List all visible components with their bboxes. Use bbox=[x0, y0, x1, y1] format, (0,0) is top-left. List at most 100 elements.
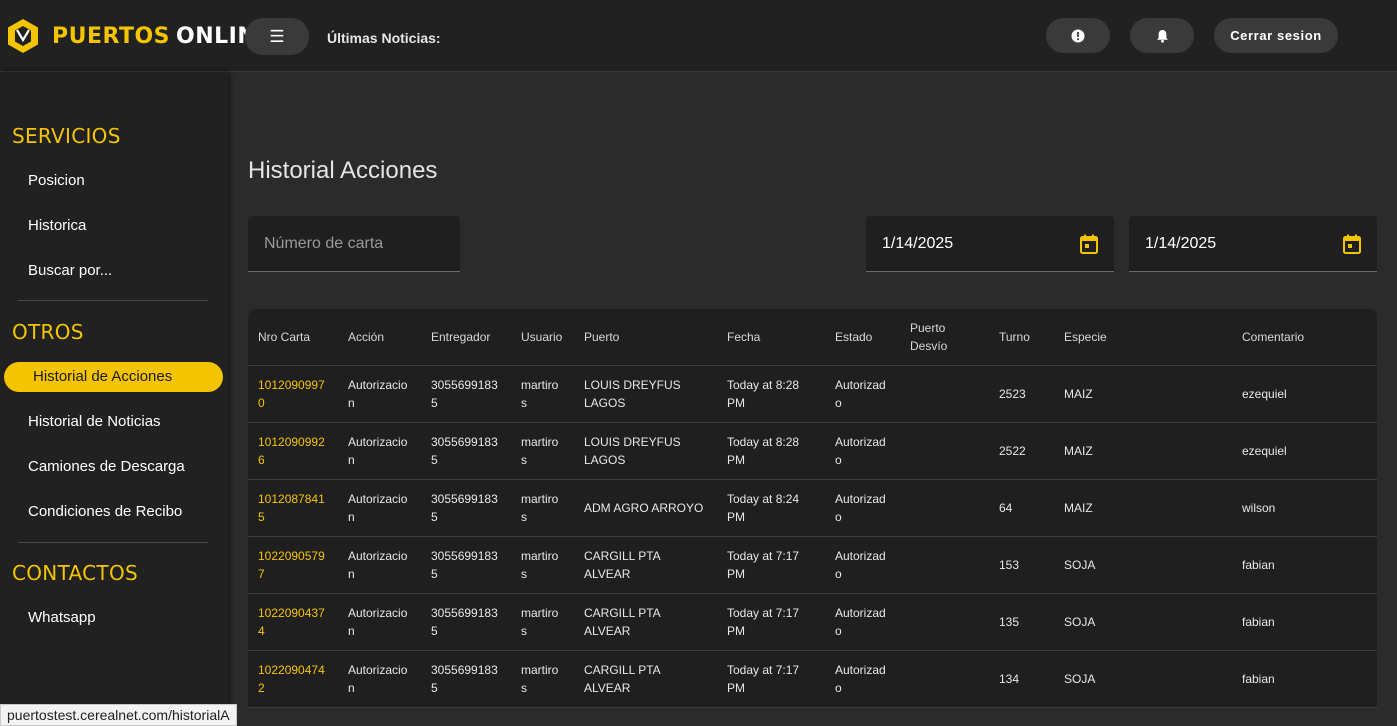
col-header-nro-carta[interactable]: Nro Carta bbox=[248, 309, 338, 366]
date-to-field[interactable]: 1/14/2025 bbox=[1129, 216, 1377, 272]
col-header-estado[interactable]: Estado bbox=[825, 309, 900, 366]
cell-puerto: LOUIS DREYFUS LAGOS bbox=[574, 422, 717, 480]
menu-toggle-button[interactable]: ☰ bbox=[245, 18, 309, 55]
logo-text: PUERTOS ONLINE bbox=[52, 24, 272, 49]
cell-estado: Autorizado bbox=[825, 479, 900, 537]
cell-comentario: ezequiel bbox=[1232, 365, 1377, 423]
cell-turno: 153 bbox=[989, 536, 1054, 594]
table-row[interactable]: 10220905797 Autorizacion 30556991835 martir… bbox=[248, 536, 1377, 594]
cell-puerto: LOUIS DREYFUS LAGOS bbox=[574, 365, 717, 423]
table-row[interactable]: 10120878415 Autorizacion 30556991835 martir… bbox=[248, 479, 1377, 537]
cell-turno: 64 bbox=[989, 479, 1054, 537]
cell-especie: SOJA bbox=[1054, 536, 1232, 594]
section-title-otros: OTROS bbox=[12, 320, 84, 344]
cell-comentario: ezequiel bbox=[1232, 422, 1377, 480]
cell-comentario: fabian bbox=[1232, 593, 1377, 651]
col-header-accion[interactable]: Acción bbox=[338, 309, 421, 366]
sidebar-item-condiciones-recibo[interactable]: Condiciones de Recibo bbox=[28, 503, 182, 520]
table-row[interactable]: 10220904374 Autorizacion 30556991835 martir… bbox=[248, 593, 1377, 651]
cell-usuario: martiros bbox=[511, 536, 574, 594]
sidebar-item-historial-acciones[interactable]: Historial de Acciones bbox=[4, 362, 223, 392]
cell-puerto-desvio bbox=[900, 479, 989, 537]
table-body: 10120909970 Autorizacion 30556991835 martir… bbox=[248, 365, 1377, 708]
cell-puerto: CARGILL PTA ALVEAR bbox=[574, 593, 717, 651]
sidebar-divider bbox=[18, 300, 208, 301]
col-header-especie[interactable]: Especie bbox=[1054, 309, 1232, 366]
app-logo[interactable]: PUERTOS ONLINE bbox=[6, 18, 272, 54]
status-bar-url: puertostest.cerealnet.com/historialA bbox=[0, 704, 237, 726]
cell-usuario: martiros bbox=[511, 650, 574, 708]
bell-icon bbox=[1156, 29, 1168, 43]
cell-fecha: Today at 7:17 PM bbox=[717, 593, 825, 651]
cell-usuario: martiros bbox=[511, 365, 574, 423]
cell-comentario: fabian bbox=[1232, 650, 1377, 708]
cell-especie: MAIZ bbox=[1054, 422, 1232, 480]
sidebar-item-historial-noticias[interactable]: Historial de Noticias bbox=[28, 413, 161, 430]
table-header-row: Nro Carta Acción Entregador Usuario Puer… bbox=[248, 309, 1377, 366]
cell-puerto: CARGILL PTA ALVEAR bbox=[574, 650, 717, 708]
cell-nro-carta[interactable]: 10220904374 bbox=[248, 593, 338, 651]
col-header-fecha[interactable]: Fecha bbox=[717, 309, 825, 366]
sidebar: SERVICIOS Posicion Historica Buscar por.… bbox=[0, 72, 228, 726]
table-row[interactable]: 10220904742 Autorizacion 30556991835 martir… bbox=[248, 650, 1377, 708]
sidebar-item-posicion[interactable]: Posicion bbox=[28, 172, 85, 189]
cell-accion: Autorizacion bbox=[338, 365, 421, 423]
sidebar-divider bbox=[18, 542, 208, 543]
cell-accion: Autorizacion bbox=[338, 536, 421, 594]
cell-fecha: Today at 8:28 PM bbox=[717, 365, 825, 423]
sidebar-item-historica[interactable]: Historica bbox=[28, 217, 86, 234]
cell-nro-carta[interactable]: 10120909926 bbox=[248, 422, 338, 480]
cell-especie: MAIZ bbox=[1054, 365, 1232, 423]
col-header-comentario[interactable]: Comentario bbox=[1232, 309, 1377, 366]
cell-entregador: 30556991835 bbox=[421, 479, 511, 537]
cell-entregador: 30556991835 bbox=[421, 422, 511, 480]
hamburger-icon: ☰ bbox=[269, 26, 285, 46]
cell-puerto-desvio bbox=[900, 365, 989, 423]
cell-accion: Autorizacion bbox=[338, 650, 421, 708]
info-button[interactable] bbox=[1046, 18, 1110, 53]
table-row[interactable]: 10120909970 Autorizacion 30556991835 martir… bbox=[248, 365, 1377, 423]
cell-nro-carta[interactable]: 10120878415 bbox=[248, 479, 338, 537]
cell-accion: Autorizacion bbox=[338, 593, 421, 651]
cell-especie: MAIZ bbox=[1054, 479, 1232, 537]
cell-usuario: martiros bbox=[511, 422, 574, 480]
cell-entregador: 30556991835 bbox=[421, 365, 511, 423]
calendar-icon[interactable] bbox=[1080, 234, 1098, 254]
cell-accion: Autorizacion bbox=[338, 422, 421, 480]
cell-especie: SOJA bbox=[1054, 650, 1232, 708]
col-header-entregador[interactable]: Entregador bbox=[421, 309, 511, 366]
carta-search-input[interactable]: Número de carta bbox=[248, 216, 460, 272]
top-bar: PUERTOS ONLINE ☰ Últimas Noticias: Cerrar… bbox=[0, 0, 1397, 72]
date-from-field[interactable]: 1/14/2025 bbox=[866, 216, 1114, 272]
cell-nro-carta[interactable]: 10220905797 bbox=[248, 536, 338, 594]
notifications-button[interactable] bbox=[1130, 18, 1194, 53]
cell-fecha: Today at 7:17 PM bbox=[717, 650, 825, 708]
logout-button[interactable]: Cerrar sesion bbox=[1214, 18, 1338, 53]
cell-entregador: 30556991835 bbox=[421, 650, 511, 708]
sidebar-item-whatsapp[interactable]: Whatsapp bbox=[28, 609, 96, 626]
sidebar-item-buscar[interactable]: Buscar por... bbox=[28, 262, 112, 279]
cell-usuario: martiros bbox=[511, 593, 574, 651]
cell-puerto-desvio bbox=[900, 536, 989, 594]
sidebar-item-camiones-descarga[interactable]: Camiones de Descarga bbox=[28, 458, 185, 475]
main-content: Historial Acciones Número de carta 1/14/… bbox=[228, 72, 1397, 726]
alert-circle-icon bbox=[1071, 29, 1085, 42]
cell-nro-carta[interactable]: 10120909970 bbox=[248, 365, 338, 423]
history-table: Nro Carta Acción Entregador Usuario Puer… bbox=[248, 309, 1377, 708]
calendar-icon[interactable] bbox=[1343, 234, 1361, 254]
col-header-puerto-desvio[interactable]: Puerto Desvío bbox=[900, 309, 989, 366]
latest-news-label: Últimas Noticias: bbox=[327, 30, 441, 46]
carta-search-placeholder: Número de carta bbox=[264, 234, 384, 252]
col-header-turno[interactable]: Turno bbox=[989, 309, 1054, 366]
table-row[interactable]: 10120909926 Autorizacion 30556991835 martir… bbox=[248, 422, 1377, 480]
col-header-usuario[interactable]: Usuario bbox=[511, 309, 574, 366]
cell-comentario: wilson bbox=[1232, 479, 1377, 537]
cell-accion: Autorizacion bbox=[338, 479, 421, 537]
cell-nro-carta[interactable]: 10220904742 bbox=[248, 650, 338, 708]
col-header-puerto[interactable]: Puerto bbox=[574, 309, 717, 366]
section-title-contactos: CONTACTOS bbox=[12, 561, 138, 585]
cell-entregador: 30556991835 bbox=[421, 593, 511, 651]
cell-puerto-desvio bbox=[900, 593, 989, 651]
cell-estado: Autorizado bbox=[825, 536, 900, 594]
cell-estado: Autorizado bbox=[825, 365, 900, 423]
